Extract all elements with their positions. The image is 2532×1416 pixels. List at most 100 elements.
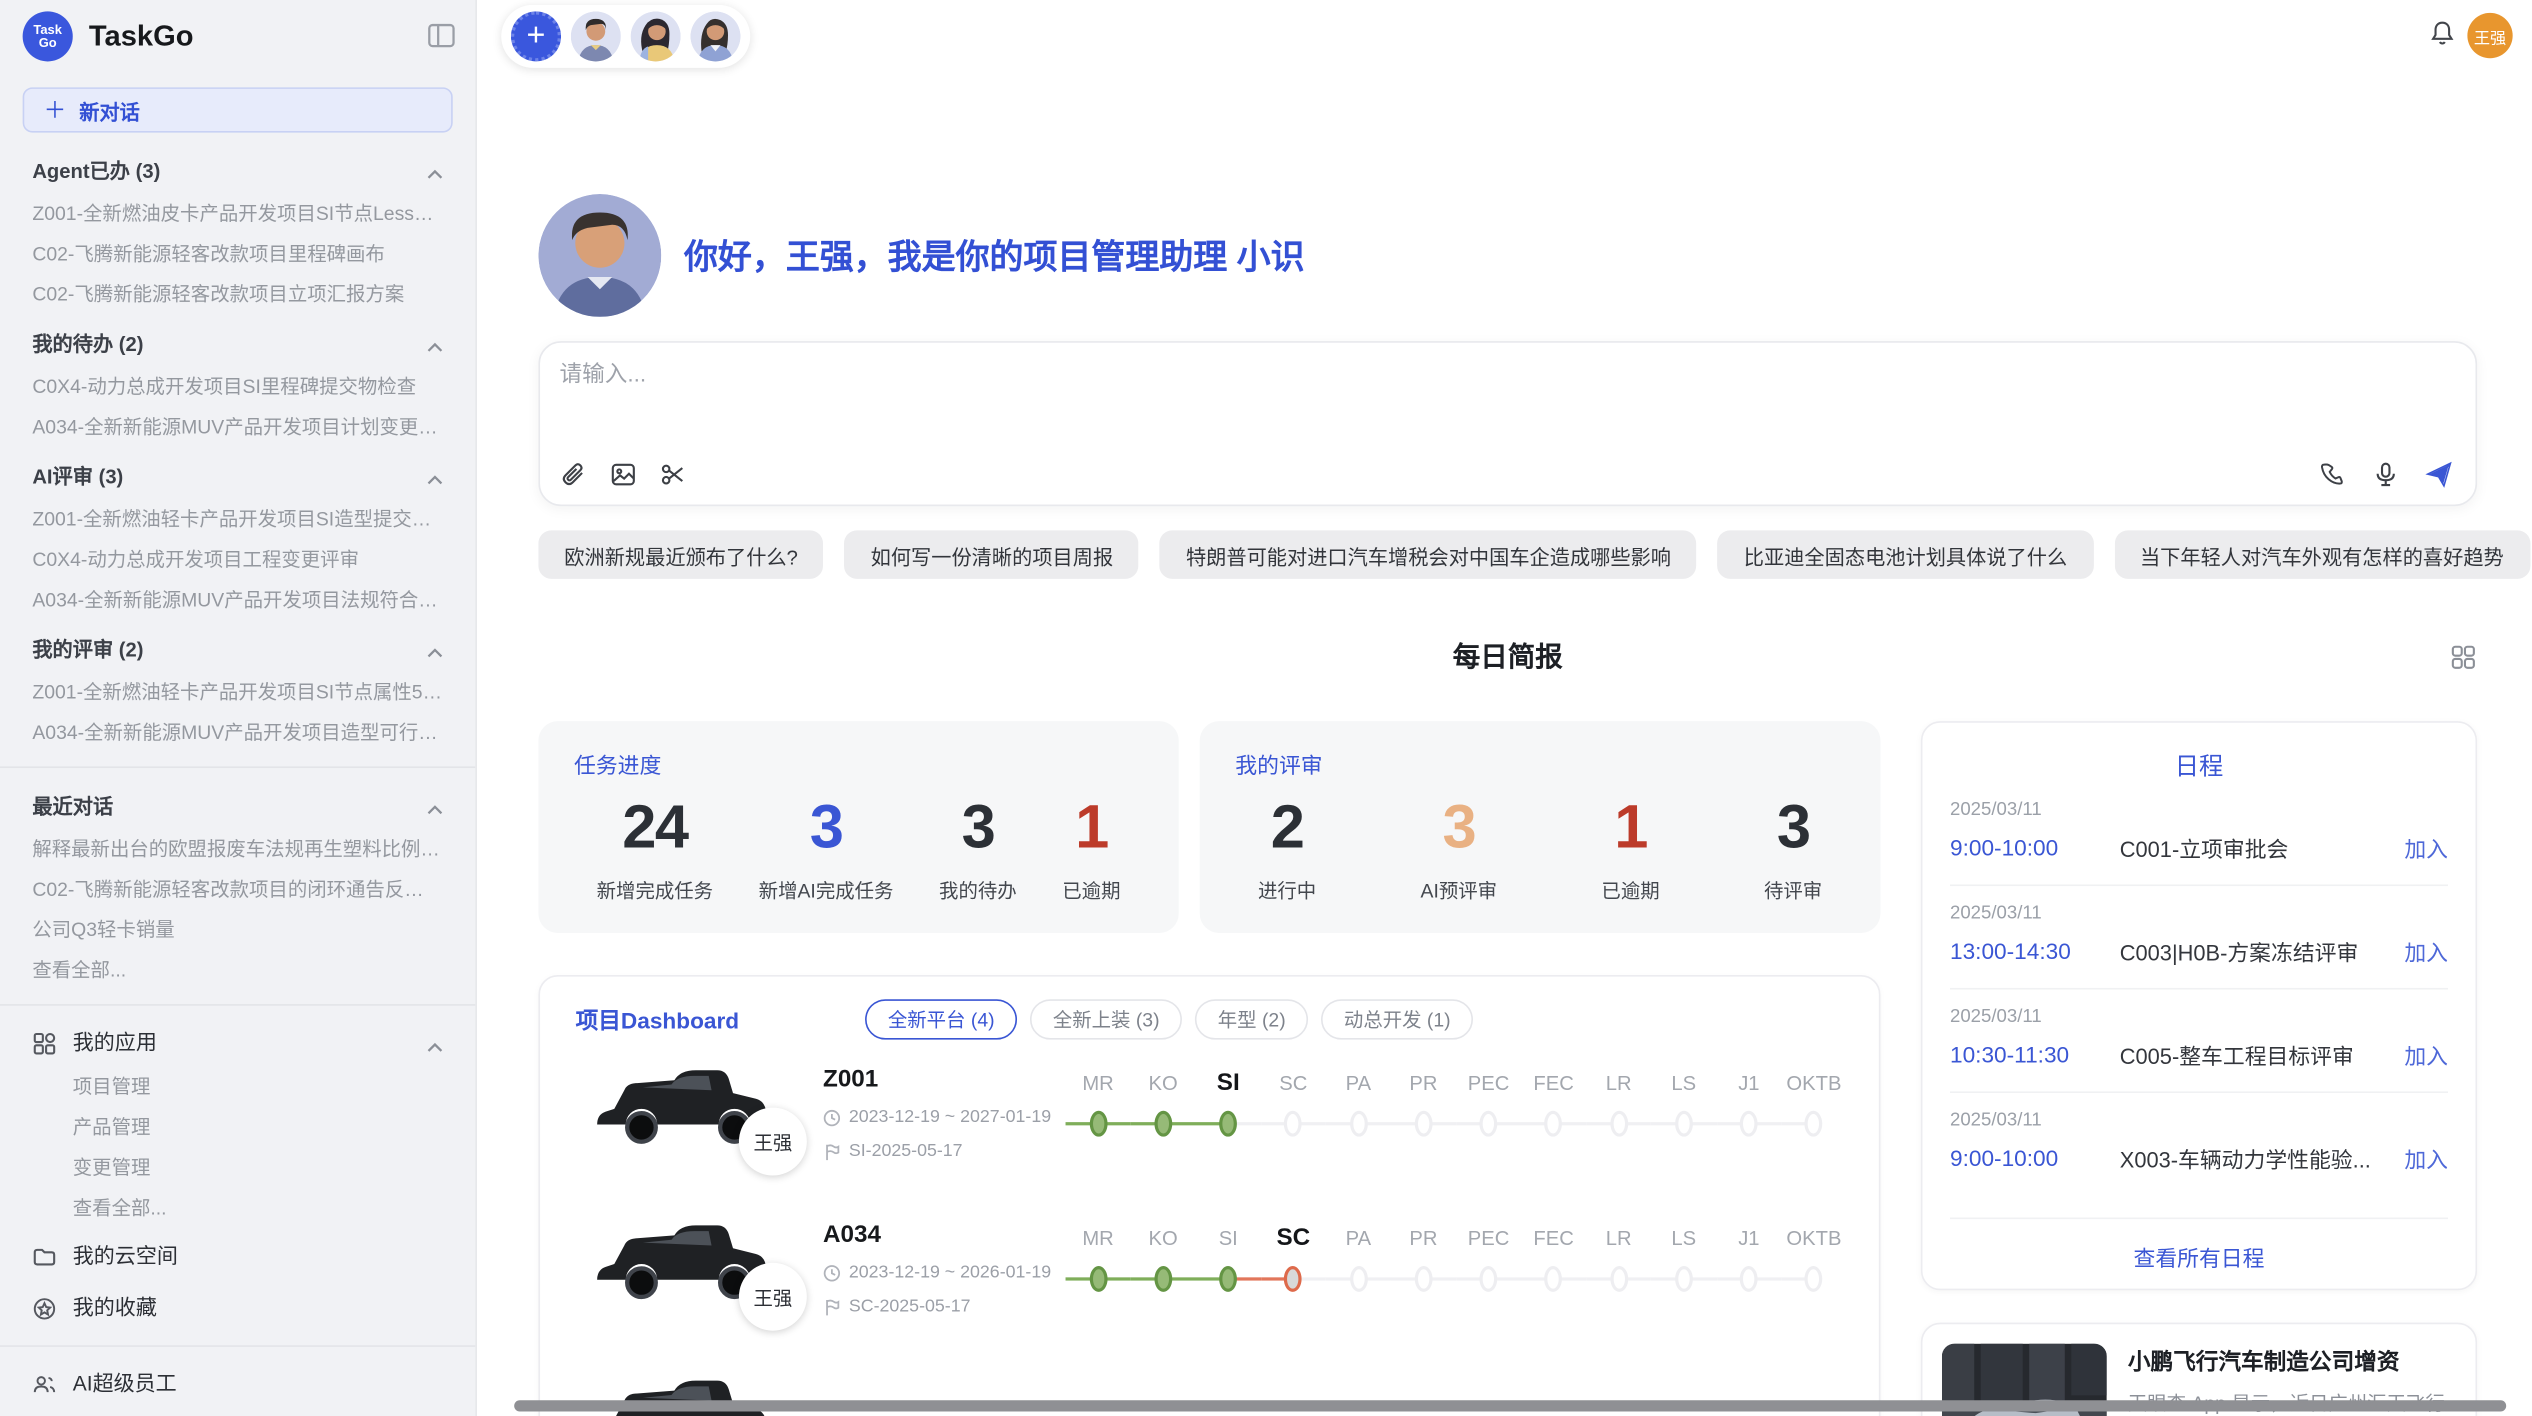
tab-year-model[interactable]: 年型 (2) [1195,999,1308,1039]
send-icon[interactable] [2425,461,2452,488]
milestone-KO: KO [1131,1066,1196,1144]
milestone-FEC: FEC [1521,1221,1586,1299]
schedule-date: 2025/03/11 [1950,800,2448,819]
milestone-PEC: PEC [1456,1066,1521,1144]
section-ai-review[interactable]: AI评审 (3) [32,464,443,490]
milestone-track: MRKOSISCPAPRPECFECLRLSJ1OKTB [1066,1059,1879,1143]
sidebar-item[interactable]: C0X4-动力总成开发项目SI里程碑提交物检查 [32,375,443,398]
stat-label: AI预评审 [1421,876,1498,903]
tab-new-body[interactable]: 全新上装 (3) [1030,999,1182,1039]
chevron-up-icon [427,163,443,179]
view-all-schedule-link[interactable]: 查看所有日程 [1950,1218,2448,1273]
image-icon[interactable] [610,461,637,488]
stat-label: 进行中 [1258,876,1316,903]
project-flag: SC-2025-05-17 [849,1297,971,1316]
dashboard-header: 项目Dashboard 全新平台 (4) 全新上装 (3) 年型 (2) 动总开… [540,999,1879,1039]
suggestion-chip[interactable]: 当下年轻人对汽车外观有怎样的喜好趋势 [2114,530,2530,579]
stat-label: 新增AI完成任务 [759,876,894,903]
project-photo: 王强 [589,1214,775,1324]
view-all-apps-link[interactable]: 查看全部... [32,1197,443,1220]
paperclip-icon[interactable] [559,461,586,488]
layout-grid-icon[interactable] [2450,644,2477,671]
tab-new-platform[interactable]: 全新平台 (4) [865,999,1017,1039]
project-row-a034[interactable]: 王强 A034 2023-12-19 ~ 2026-01-19 [540,1195,1879,1350]
sidebar-item[interactable]: C02-飞腾新能源轻客改款项目立项汇报方案 [32,283,443,306]
suggestion-chip[interactable]: 如何写一份清晰的项目周报 [845,530,1139,579]
project-code: Z001 [823,1066,1066,1093]
stat-label: 已逾期 [1601,876,1659,903]
join-link[interactable]: 加入 [2404,831,2448,863]
sidebar-item[interactable]: Z001-全新燃油皮卡产品开发项目SI节点Lesson Learn报告 [32,202,443,225]
milestone-PEC: PEC [1456,1221,1521,1299]
my-review-card: 我的评审 2 进行中 3 AI预评审 [1200,721,1881,933]
chat-input[interactable] [556,359,2459,388]
assistant-avatar [538,194,661,317]
app-item-change-mgmt[interactable]: 变更管理 [32,1156,443,1179]
chat-input-card [538,341,2477,506]
input-action-icons [2319,461,2453,488]
sidebar-item-my-apps[interactable]: 我的应用 [32,1028,443,1057]
suggestion-chip[interactable]: 欧洲新规最近颁布了什么? [538,530,823,579]
milestone-MR: MR [1066,1221,1131,1299]
schedule-card: 日程 2025/03/11 9:00-10:00 C001-立项审批会 加入 2… [1921,721,2477,1290]
sidebar-item-ai-staff[interactable]: AI超级员工 [32,1370,443,1399]
clock-icon [823,1264,841,1282]
sidebar-collapse-icon[interactable] [427,21,456,50]
logo-text-bottom: Go [39,36,57,49]
cloud-space-label: 我的云空间 [73,1242,443,1271]
my-apps-label: 我的应用 [73,1028,427,1057]
section-title: AI评审 (3) [32,464,123,490]
recent-chat-item[interactable]: 公司Q3轻卡销量 [32,918,443,941]
stat-value: 3 [1764,792,1822,863]
app-item-product-mgmt[interactable]: 产品管理 [32,1116,443,1139]
sidebar-item-favorites[interactable]: 我的收藏 [32,1294,443,1323]
stat-ai-prereview: 3 AI预评审 [1421,792,1498,904]
join-link[interactable]: 加入 [2404,935,2448,967]
sidebar-item[interactable]: A034-全新新能源MUV产品开发项目造型可行性评审 [32,721,443,744]
sidebar-item[interactable]: Z001-全新燃油轻卡产品开发项目SI节点属性5D文件评审 [32,681,443,704]
tab-powertrain[interactable]: 动总开发 (1) [1321,999,1473,1039]
suggestion-chip[interactable]: 特朗普可能对进口汽车增税会对中国车企造成哪些影响 [1160,530,1697,579]
sidebar-item[interactable]: Z001-全新燃油轻卡产品开发项目SI造型提交物评审 [32,508,443,531]
task-progress-card: 任务进度 24 新增完成任务 3 新增AI完成任务 [538,721,1178,933]
chevron-up-icon [427,469,443,485]
phone-icon[interactable] [2319,461,2346,488]
new-chat-button[interactable]: ＋ 新对话 [23,87,453,132]
view-all-chats-link[interactable]: 查看全部... [32,959,443,982]
stats-row: 任务进度 24 新增完成任务 3 新增AI完成任务 [538,721,1880,933]
suggestion-chip[interactable]: 比亚迪全固态电池计划具体说了什么 [1718,530,2093,579]
scissors-icon[interactable] [660,461,687,488]
app-item-project-mgmt[interactable]: 项目管理 [32,1075,443,1098]
sidebar-item[interactable]: C0X4-动力总成开发项目工程变更评审 [32,548,443,571]
sidebar-item[interactable]: A034-全新新能源MUV产品开发项目计划变更表编写 [32,416,443,439]
sidebar-scroll: Agent已办 (3) Z001-全新燃油皮卡产品开发项目SI节点Lesson … [0,158,475,1416]
schedule-entry: 2025/03/11 9:00-10:00 C001-立项审批会 加入 [1950,783,2448,886]
join-link[interactable]: 加入 [2404,1142,2448,1174]
taskgo-logo: Task Go [23,11,73,61]
section-my-review[interactable]: 我的评审 (2) [32,637,443,663]
my-review-title: 我的评审 [1235,747,1845,779]
recent-chat-item[interactable]: C02-飞腾新能源轻客改款项目的闭环通告反馈情况 [32,878,443,901]
milestone-J1: J1 [1716,1066,1781,1144]
sidebar-item-cloud-space[interactable]: 我的云空间 [32,1242,443,1271]
schedule-meeting-title: X003-车辆动力学性能验... [2120,1142,2405,1174]
horizontal-scrollbar[interactable] [514,1400,2506,1411]
chevron-up-icon [427,799,443,815]
section-my-todo[interactable]: 我的待办 (2) [32,331,443,357]
sidebar-item[interactable]: C02-飞腾新能源轻客改款项目里程碑画布 [32,243,443,266]
milestone-KO: KO [1131,1221,1196,1299]
schedule-time: 9:00-10:00 [1950,834,2120,860]
section-agent-done[interactable]: Agent已办 (3) [32,158,443,184]
recent-chat-item[interactable]: 解释最新出台的欧盟报废车法规再生塑料比例被调至15%... [32,838,443,861]
schedule-time: 9:00-10:00 [1950,1145,2120,1171]
schedule-date: 2025/03/11 [1950,904,2448,923]
task-progress-title: 任务进度 [574,747,1143,779]
schedule-time: 10:30-11:30 [1950,1041,2120,1067]
milestone-FEC: FEC [1521,1066,1586,1144]
project-row-z001[interactable]: 王强 Z001 2023-12-19 ~ 2027-01-19 [540,1040,1879,1195]
project-dates: 2023-12-19 ~ 2027-01-19 [849,1108,1051,1127]
microphone-icon[interactable] [2372,461,2399,488]
sidebar-item[interactable]: A034-全新新能源MUV产品开发项目法规符合性评审 [32,589,443,612]
join-link[interactable]: 加入 [2404,1038,2448,1070]
section-recent-chats[interactable]: 最近对话 [32,794,443,820]
